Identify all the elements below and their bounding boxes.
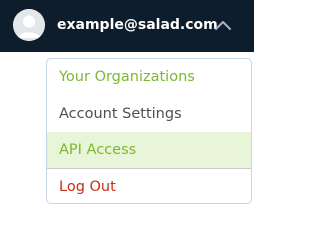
account-dropdown-menu: Your Organizations Account Settings API …	[46, 58, 252, 204]
chevron-up-icon[interactable]	[212, 14, 234, 36]
menu-item-log-out[interactable]: Log Out	[47, 169, 251, 203]
menu-item-your-organizations[interactable]: Your Organizations	[47, 59, 251, 96]
top-navigation-bar: example@salad.com	[0, 0, 254, 52]
account-email[interactable]: example@salad.com	[57, 16, 218, 34]
menu-item-api-access[interactable]: API Access	[47, 132, 251, 168]
menu-item-account-settings[interactable]: Account Settings	[47, 96, 251, 132]
user-avatar-icon[interactable]	[13, 9, 45, 41]
